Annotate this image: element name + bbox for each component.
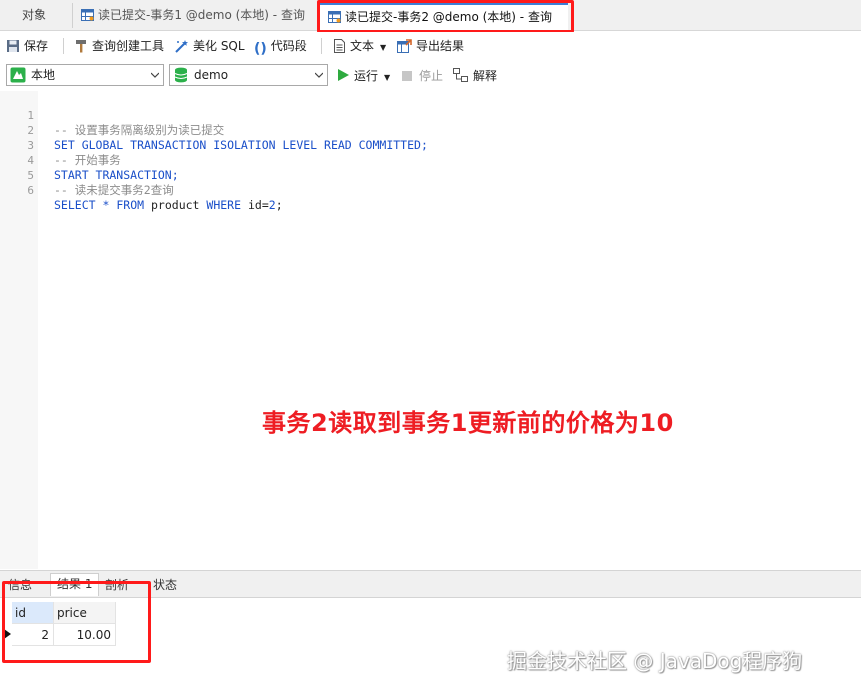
highlight-box-result [2, 581, 151, 663]
query-table-icon [81, 9, 94, 21]
stop-icon [402, 71, 412, 81]
dropdown-arrow-icon: ▼ [380, 43, 387, 52]
tab-status[interactable]: 状态 [153, 576, 177, 593]
code-snippet-label: 代码段 [270, 39, 307, 53]
play-icon [338, 69, 349, 81]
database-select[interactable]: demo [169, 64, 328, 86]
tab-objects[interactable]: 对象 [14, 3, 74, 28]
chevron-down-icon [315, 72, 323, 78]
connection-select[interactable]: 本地 [6, 64, 164, 86]
query-builder-button[interactable]: 查询创建工具 [74, 36, 164, 56]
code-line: 1 -- 设置事务隔离级别为读已提交 [0, 93, 224, 137]
toolbar-divider [321, 38, 322, 54]
database-icon [174, 67, 188, 83]
sql-editor[interactable]: 1 -- 设置事务隔离级别为读已提交 2 SET GLOBAL TRANSACT… [0, 91, 861, 569]
code-statement: SELECT * FROM product WHERE id=2; [54, 198, 283, 212]
code-statement: START TRANSACTION; [54, 168, 179, 182]
annotation-text: 事务2读取到事务1更新前的价格为10 [262, 409, 674, 437]
save-button[interactable]: 保存 [6, 36, 48, 56]
connection-icon [10, 67, 26, 83]
beautify-sql-button[interactable]: 美化 SQL [174, 36, 245, 56]
magic-wand-icon [175, 40, 188, 53]
tab-objects-label: 对象 [22, 8, 47, 22]
hammer-icon [76, 40, 86, 53]
code-line: 5 -- 读未提交事务2查询 [0, 153, 173, 197]
stop-button[interactable]: 停止 [402, 67, 443, 85]
code-line: 3 -- 开始事务 [0, 123, 120, 167]
tab-status-label: 状态 [153, 578, 178, 592]
tab-query-1-label: 读已提交-事务1 @demo (本地) - 查询 [98, 8, 305, 22]
code-snippet-button[interactable]: () 代码段 [254, 36, 307, 57]
toolbar-divider [63, 38, 64, 54]
export-results-label: 导出结果 [416, 39, 465, 53]
text-menu-label: 文本 [350, 39, 375, 53]
query-builder-label: 查询创建工具 [92, 39, 165, 53]
stop-label: 停止 [419, 69, 444, 83]
connection-value: 本地 [31, 68, 56, 82]
parentheses-icon: () [254, 41, 267, 57]
code-comment: -- 读未提交事务2查询 [54, 183, 174, 197]
code-statement: SET GLOBAL TRANSACTION ISOLATION LEVEL R… [54, 138, 428, 152]
run-button[interactable]: 运行 ▼ [338, 67, 390, 85]
export-table-icon [397, 39, 412, 53]
connection-bar: 本地 demo 运行 ▼ 停止 解释 [0, 62, 861, 90]
explain-label: 解释 [473, 69, 498, 83]
run-label: 运行 [354, 69, 379, 83]
code-line: 6 SELECT * FROM product WHERE id=2; [0, 168, 282, 212]
explain-icon [453, 68, 468, 82]
explain-button[interactable]: 解释 [453, 67, 497, 85]
code-comment: -- 开始事务 [54, 153, 121, 167]
highlight-box-active-tab [317, 0, 574, 33]
code-line: 2 SET GLOBAL TRANSACTION ISOLATION LEVEL… [0, 108, 428, 152]
watermark: 掘金技术社区 @ JavaDog程序狗 [507, 649, 803, 673]
code-comment: -- 设置事务隔离级别为读已提交 [54, 123, 225, 137]
tab-query-1[interactable]: 读已提交-事务1 @demo (本地) - 查询 [72, 3, 318, 28]
text-menu-button[interactable]: 文本 ▼ [333, 36, 386, 56]
code-line: 4 START TRANSACTION; [0, 138, 178, 182]
dropdown-arrow-icon: ▼ [384, 73, 391, 82]
document-icon [334, 39, 345, 53]
beautify-sql-label: 美化 SQL [193, 39, 245, 53]
chevron-down-icon [151, 72, 159, 78]
save-icon [7, 40, 19, 52]
toolbar: 保存 查询创建工具 美化 SQL () 代码段 文本 ▼ 导出结果 [0, 32, 861, 60]
save-label: 保存 [24, 39, 49, 53]
line-number: 6 [27, 184, 34, 197]
export-results-button[interactable]: 导出结果 [397, 36, 464, 56]
database-value: demo [194, 68, 229, 82]
